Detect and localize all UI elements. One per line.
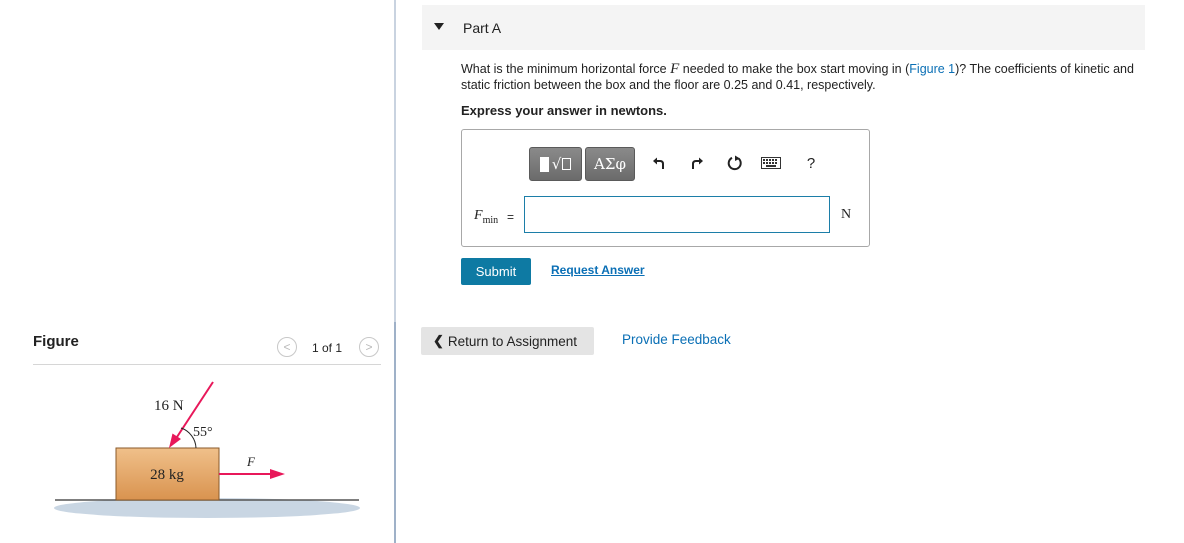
answer-instruction: Express your answer in newtons. [461, 103, 667, 118]
part-a-header[interactable]: Part A [422, 5, 1145, 50]
figure-divider [33, 364, 381, 365]
reset-icon [727, 155, 742, 171]
horizontal-force-arrowhead [270, 469, 285, 479]
keyboard-icon [761, 157, 781, 169]
undo-button[interactable] [647, 150, 671, 176]
force-symbol: F [670, 61, 680, 77]
horizontal-force-label: F [246, 454, 256, 469]
part-title: Part A [463, 20, 502, 36]
floor-surface [54, 498, 360, 518]
chevron-right-icon: > [365, 340, 373, 354]
figure-heading: Figure [33, 333, 79, 350]
figure-link[interactable]: Figure 1 [909, 62, 955, 76]
panel-divider [394, 0, 396, 543]
next-figure-button[interactable]: > [359, 337, 379, 357]
answer-symbol: F [474, 208, 483, 223]
answer-unit: N [841, 207, 852, 222]
reset-button[interactable] [723, 150, 747, 176]
answer-box: √ ΑΣφ ? Fmin = N [461, 129, 870, 247]
templates-button[interactable]: √ [529, 147, 582, 181]
answer-subscript: min [482, 214, 499, 226]
redo-icon [692, 157, 703, 169]
mass-label: 28 kg [150, 467, 184, 483]
applied-force-label: 16 N [154, 398, 184, 414]
answer-input[interactable] [524, 196, 830, 233]
help-icon: ? [806, 154, 816, 172]
provide-feedback-link[interactable]: Provide Feedback [622, 332, 731, 347]
redo-button[interactable] [685, 150, 709, 176]
question-text-before: What is the minimum horizontal force [461, 62, 671, 76]
templates-icon: √ [539, 155, 572, 173]
greek-letters-icon: ΑΣφ [594, 155, 626, 173]
request-answer-link[interactable]: Request Answer [551, 263, 645, 277]
previous-figure-button[interactable]: < [277, 337, 297, 357]
undo-icon [653, 157, 664, 169]
figure-diagram: 28 kg 16 N 55° F [54, 381, 360, 518]
answer-variable-label: Fmin [474, 208, 498, 226]
chevron-left-icon: ❮ [433, 333, 444, 348]
applied-force-arrowhead [169, 433, 181, 448]
submit-button[interactable]: Submit [461, 258, 531, 285]
keyboard-button[interactable] [759, 150, 783, 176]
equals-sign: = [507, 210, 515, 224]
caret-down-icon[interactable] [434, 23, 444, 30]
return-label: Return to Assignment [447, 333, 577, 349]
angle-label: 55° [193, 425, 213, 440]
question-text-middle: needed to make the box start moving in ( [679, 62, 910, 76]
greek-letters-button[interactable]: ΑΣφ [585, 147, 635, 181]
help-button[interactable]: ? [799, 150, 823, 176]
chevron-left-icon: < [283, 340, 291, 354]
panel-divider-lower [394, 322, 396, 543]
figure-counter: 1 of 1 [312, 341, 343, 355]
question-text: What is the minimum horizontal force F n… [461, 61, 1151, 93]
return-to-assignment-button[interactable]: ❮ Return to Assignment [421, 327, 594, 355]
